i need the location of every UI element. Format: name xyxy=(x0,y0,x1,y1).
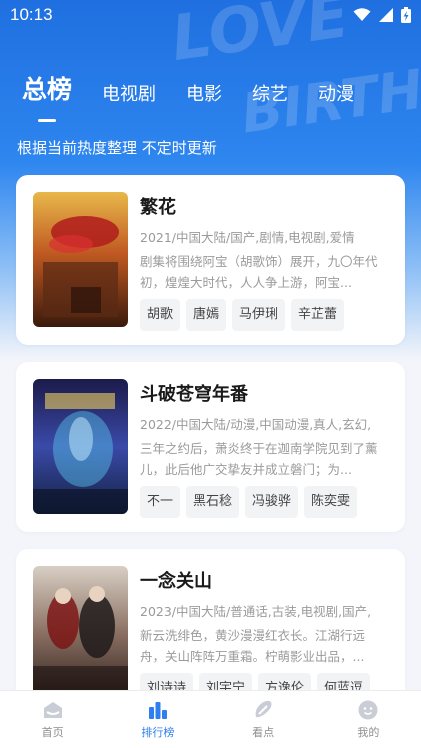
tab-overall[interactable]: 总榜 xyxy=(22,70,72,116)
ranking-card[interactable]: 繁花 2021/中国大陆/国产,剧情,电视剧,爱情 剧集将围绕阿宝（胡歌饰）展开… xyxy=(16,175,405,345)
ranking-list: 繁花 2021/中国大陆/国产,剧情,电视剧,爱情 剧集将围绕阿宝（胡歌饰）展开… xyxy=(16,175,405,736)
nav-ranking-label: 排行榜 xyxy=(141,726,175,739)
show-title[interactable]: 繁花 xyxy=(140,193,387,219)
ranking-card[interactable]: 斗破苍穹年番 2022/中国大陆/动漫,中国动漫,真人,玄幻, 三年之约后，萧炎… xyxy=(16,362,405,532)
ranking-icon xyxy=(148,702,167,719)
bottom-navigation: 首页 排行榜 看点 我的 xyxy=(0,690,421,748)
cast-tag[interactable]: 不一 xyxy=(140,486,181,518)
home-icon xyxy=(43,702,62,718)
show-title[interactable]: 一念关山 xyxy=(140,567,387,593)
battery-icon xyxy=(401,7,411,23)
tab-tv-series[interactable]: 电视剧 xyxy=(102,80,156,116)
nav-home-label: 首页 xyxy=(41,726,64,739)
cast-tag[interactable]: 陈奕雯 xyxy=(304,486,358,518)
show-meta: 2022/中国大陆/动漫,中国动漫,真人,玄幻, xyxy=(140,417,372,432)
wifi-icon xyxy=(353,8,371,21)
profile-icon xyxy=(358,700,378,720)
nav-home[interactable]: 首页 xyxy=(0,691,105,748)
poster-image[interactable] xyxy=(33,379,128,514)
tab-anime[interactable]: 动漫 xyxy=(318,80,354,116)
nav-profile-label: 我的 xyxy=(357,726,380,739)
tab-variety[interactable]: 综艺 xyxy=(252,80,288,116)
ranking-subtitle: 根据当前热度整理 不定时更新 xyxy=(17,139,217,157)
show-meta: 2021/中国大陆/国产,剧情,电视剧,爱情 xyxy=(140,230,355,245)
nav-ranking[interactable]: 排行榜 xyxy=(105,691,210,748)
cast-tag[interactable]: 胡歌 xyxy=(140,299,181,331)
category-tabs: 总榜 电视剧 电影 综艺 动漫 xyxy=(22,70,384,116)
signal-icon xyxy=(379,8,393,22)
cast-tag[interactable]: 冯骏骅 xyxy=(245,486,299,518)
show-title[interactable]: 斗破苍穹年番 xyxy=(140,380,387,406)
poster-image[interactable] xyxy=(33,192,128,327)
status-time: 10:13 xyxy=(10,5,53,24)
nav-highlights-label: 看点 xyxy=(252,726,275,739)
status-bar: 10:13 xyxy=(0,0,421,30)
cast-tag[interactable]: 辛芷蕾 xyxy=(291,299,345,331)
highlights-icon xyxy=(255,700,272,718)
cast-tag[interactable]: 唐嫣 xyxy=(186,299,227,331)
nav-highlights[interactable]: 看点 xyxy=(211,691,316,748)
show-description: 三年之约后，萧炎终于在迦南学院见到了薰儿，此后他广交挚友并成立磐门；为... xyxy=(140,441,378,477)
show-meta: 2023/中国大陆/普通话,古装,电视剧,国产, xyxy=(140,604,372,619)
nav-profile[interactable]: 我的 xyxy=(316,691,421,748)
cast-tag[interactable]: 马伊琍 xyxy=(232,299,286,331)
poster-image[interactable] xyxy=(33,566,128,701)
cast-tag[interactable]: 黑石稔 xyxy=(186,486,240,518)
tab-movies[interactable]: 电影 xyxy=(186,80,222,116)
show-description: 剧集将围绕阿宝（胡歌饰）展开，九〇年代初，煌煌大时代，人人争上游，阿宝... xyxy=(140,254,378,290)
show-description: 新云洗绯色，黄沙漫漫红衣长。江湖行远舟，关山阵阵万重霜。柠萌影业出品，... xyxy=(140,628,366,664)
